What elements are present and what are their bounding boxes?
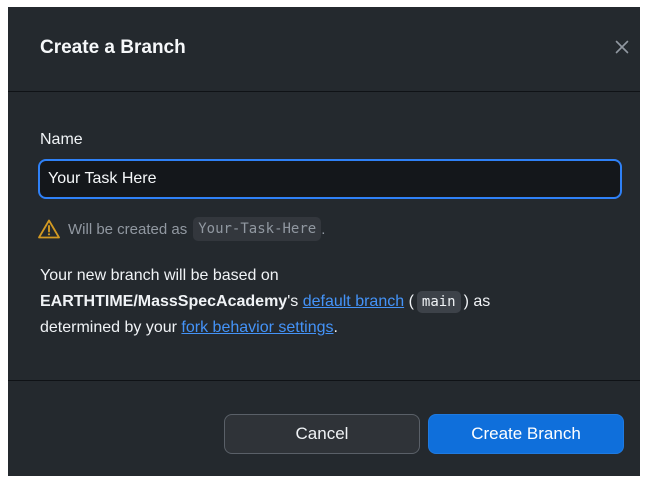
create-branch-button[interactable]: Create Branch: [428, 414, 624, 454]
description-line-1: Your new branch will be based on: [40, 267, 279, 284]
warning-icon: [38, 219, 60, 239]
dialog-footer: Cancel Create Branch: [8, 380, 640, 477]
paren-close: ): [463, 293, 469, 310]
possessive-suffix: 's: [287, 293, 299, 310]
cancel-button[interactable]: Cancel: [224, 414, 420, 454]
close-icon: [615, 40, 629, 54]
branch-description: Your new branch will be based on EARTHTI…: [40, 263, 630, 341]
dialog-title: Create a Branch: [40, 37, 186, 58]
create-branch-dialog: Create a Branch Name Will be created as …: [8, 7, 640, 476]
as-text: as: [473, 293, 491, 310]
description-period: .: [333, 319, 338, 336]
base-branch-name: main: [416, 291, 461, 313]
name-field-label: Name: [40, 131, 83, 148]
branch-name-input[interactable]: [38, 159, 622, 199]
warning-text: Will be created as: [68, 220, 188, 238]
determined-by-text: determined by your: [40, 319, 177, 336]
paren-open: (: [408, 293, 414, 310]
dialog-header: Create a Branch: [8, 7, 640, 92]
repository-name: EARTHTIME/MassSpecAcademy: [40, 293, 288, 310]
default-branch-link[interactable]: default branch: [303, 293, 404, 310]
branch-name-warning: Will be created as Your-Task-Here .: [38, 215, 325, 243]
warning-period: .: [321, 220, 326, 238]
close-button[interactable]: [608, 33, 636, 61]
generated-branch-name: Your-Task-Here: [193, 217, 322, 241]
fork-behavior-settings-link[interactable]: fork behavior settings: [181, 319, 333, 336]
